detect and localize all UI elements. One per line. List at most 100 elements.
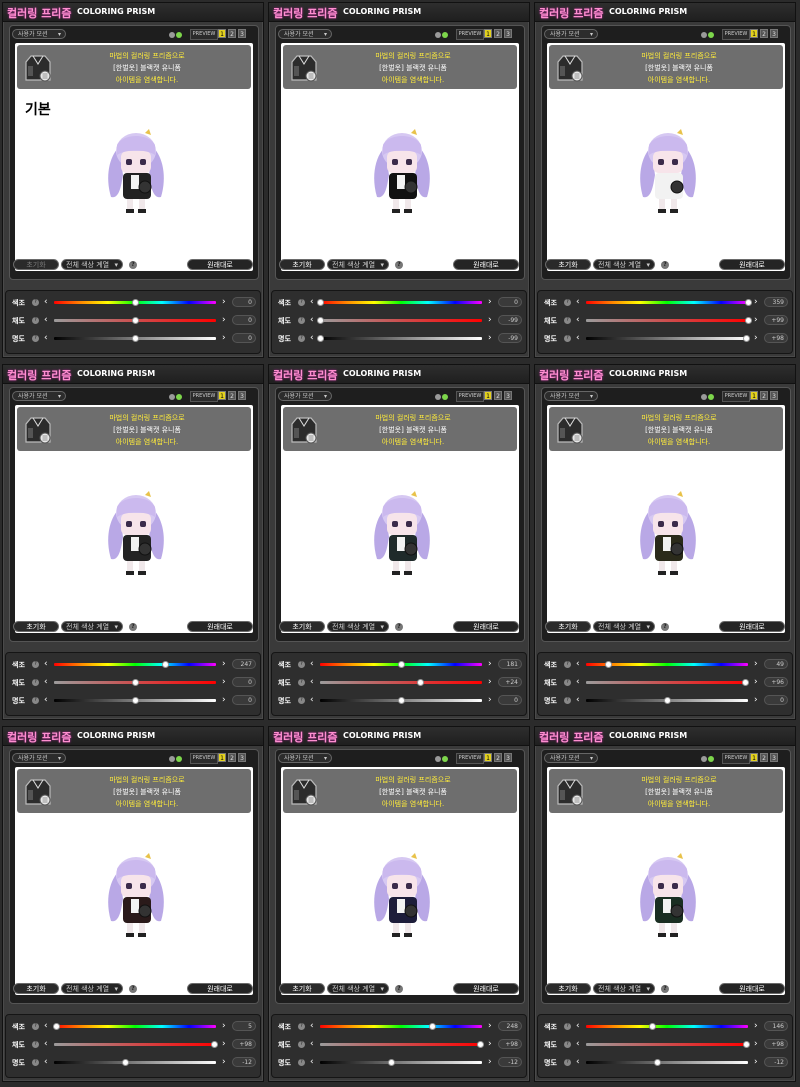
lightness-value[interactable]: -99 [498,333,522,343]
lightness-value[interactable]: 0 [232,695,256,705]
page-button-1[interactable]: 1 [484,391,492,400]
hue-slider-thumb[interactable] [398,661,406,668]
lightness-value[interactable]: -12 [232,1057,256,1067]
help-icon[interactable]: ? [564,1023,571,1030]
saturation-slider-thumb[interactable] [317,317,324,324]
hue-increase-arrow[interactable]: › [488,297,492,307]
help-icon[interactable]: ? [32,317,39,324]
hue-slider-thumb[interactable] [745,299,752,306]
hue-decrease-arrow[interactable]: ‹ [576,1021,580,1031]
lightness-slider-thumb[interactable] [654,1059,662,1066]
preview-button[interactable]: PREVIEW [456,391,484,402]
motion-select[interactable]: 사용가 모션 ▾ [278,753,332,763]
saturation-increase-arrow[interactable]: › [488,315,492,325]
hue-slider-thumb[interactable] [162,661,170,668]
reset-button[interactable]: 초기화 [279,983,325,994]
hue-increase-arrow[interactable]: › [488,659,492,669]
lightness-slider[interactable] [586,335,751,342]
lightness-value[interactable]: 0 [498,695,522,705]
lightness-increase-arrow[interactable]: › [754,333,758,343]
saturation-increase-arrow[interactable]: › [488,1039,492,1049]
help-icon[interactable]: ? [298,1023,305,1030]
lightness-decrease-arrow[interactable]: ‹ [44,695,48,705]
hue-value[interactable]: 49 [764,659,788,669]
saturation-decrease-arrow[interactable]: ‹ [44,1039,48,1049]
hue-increase-arrow[interactable]: › [222,659,226,669]
hue-slider[interactable] [53,1023,216,1030]
page-button-2[interactable]: 2 [760,753,768,762]
help-icon[interactable]: ? [395,623,403,631]
page-button-1[interactable]: 1 [484,29,492,38]
help-icon[interactable]: ? [564,335,571,342]
motion-select[interactable]: 사용가 모션 ▾ [278,391,332,401]
page-button-1[interactable]: 1 [750,391,758,400]
saturation-decrease-arrow[interactable]: ‹ [44,677,48,687]
saturation-increase-arrow[interactable]: › [754,1039,758,1049]
page-button-2[interactable]: 2 [494,753,502,762]
lightness-slider-thumb[interactable] [664,697,671,704]
title-bar[interactable]: 컬러링 프리즘 COLORING PRISM [535,365,795,384]
hue-slider[interactable] [320,1023,482,1030]
hue-slider[interactable] [54,299,216,306]
motion-select[interactable]: 사용가 모션 ▾ [544,391,598,401]
hue-value[interactable]: 0 [232,297,256,307]
help-icon[interactable]: ? [129,623,137,631]
saturation-decrease-arrow[interactable]: ‹ [310,315,314,325]
hue-decrease-arrow[interactable]: ‹ [44,297,48,307]
hue-increase-arrow[interactable]: › [488,1021,492,1031]
saturation-value[interactable]: +24 [498,677,522,687]
saturation-slider[interactable] [54,679,216,686]
hue-increase-arrow[interactable]: › [754,297,758,307]
saturation-value[interactable]: +98 [232,1039,256,1049]
lightness-decrease-arrow[interactable]: ‹ [44,333,48,343]
lightness-decrease-arrow[interactable]: ‹ [576,333,580,343]
page-button-3[interactable]: 3 [238,753,246,762]
saturation-slider-thumb[interactable] [417,679,425,686]
lightness-decrease-arrow[interactable]: ‹ [310,1057,314,1067]
lightness-slider[interactable] [586,1059,748,1066]
lightness-slider-thumb[interactable] [743,335,751,342]
hue-slider-thumb[interactable] [605,661,613,668]
saturation-decrease-arrow[interactable]: ‹ [576,677,580,687]
hue-decrease-arrow[interactable]: ‹ [310,1021,314,1031]
saturation-decrease-arrow[interactable]: ‹ [576,1039,580,1049]
help-icon[interactable]: ? [129,261,137,269]
reset-button[interactable]: 초기화 [13,621,59,632]
preview-button[interactable]: PREVIEW [190,753,218,764]
reset-button[interactable]: 초기화 [545,983,591,994]
hue-increase-arrow[interactable]: › [754,659,758,669]
saturation-decrease-arrow[interactable]: ‹ [310,1039,314,1049]
help-icon[interactable]: ? [129,985,137,993]
lightness-slider-thumb[interactable] [398,697,405,704]
preview-button[interactable]: PREVIEW [722,391,750,402]
lightness-value[interactable]: 0 [764,695,788,705]
lightness-increase-arrow[interactable]: › [488,1057,492,1067]
restore-original-button[interactable]: 원래대로 [453,621,519,632]
help-icon[interactable]: ? [298,299,305,306]
lightness-value[interactable]: -12 [764,1057,788,1067]
lightness-increase-arrow[interactable]: › [222,1057,226,1067]
hue-slider[interactable] [586,1023,748,1030]
restore-original-button[interactable]: 원래대로 [187,621,253,632]
lightness-slider-thumb[interactable] [388,1059,396,1066]
preview-button[interactable]: PREVIEW [456,753,484,764]
page-button-1[interactable]: 1 [750,753,758,762]
preview-button[interactable]: PREVIEW [190,391,218,402]
hue-decrease-arrow[interactable]: ‹ [44,1021,48,1031]
help-icon[interactable]: ? [32,1023,39,1030]
help-icon[interactable]: ? [564,1041,571,1048]
page-button-1[interactable]: 1 [484,753,492,762]
page-button-3[interactable]: 3 [238,391,246,400]
hue-decrease-arrow[interactable]: ‹ [576,659,580,669]
page-button-1[interactable]: 1 [218,29,226,38]
saturation-value[interactable]: 0 [232,677,256,687]
lightness-value[interactable]: 0 [232,333,256,343]
motion-select[interactable]: 사용가 모션 ▾ [544,29,598,39]
saturation-value[interactable]: 0 [232,315,256,325]
help-icon[interactable]: ? [298,697,305,704]
page-button-3[interactable]: 3 [504,753,512,762]
help-icon[interactable]: ? [32,661,39,668]
saturation-slider[interactable] [320,1041,485,1048]
color-range-select[interactable]: 전체 색상 계열 ▾ [327,259,389,270]
restore-original-button[interactable]: 원래대로 [187,259,253,270]
